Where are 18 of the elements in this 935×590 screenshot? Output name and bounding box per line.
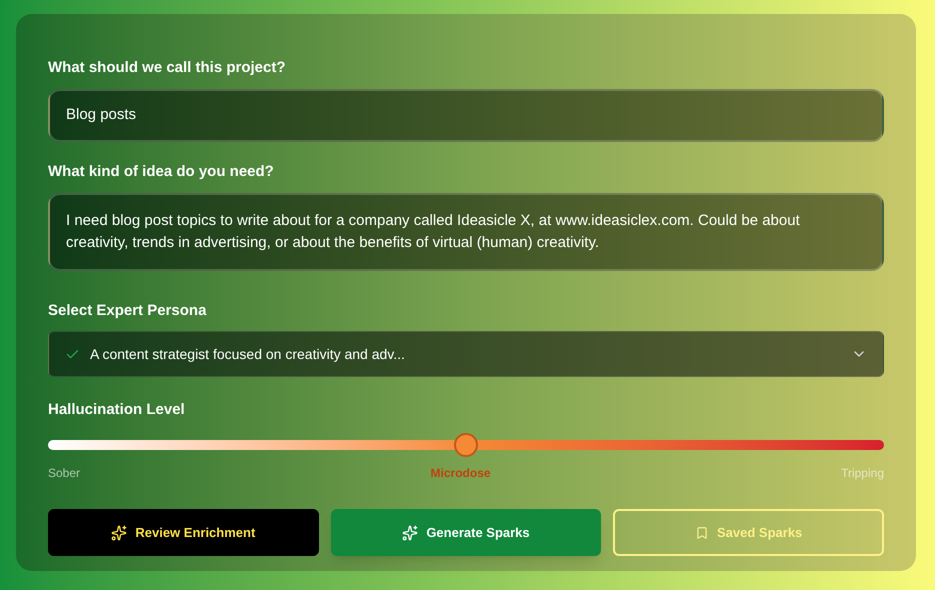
action-button[interactable]: Generate Sparks <box>330 509 602 556</box>
slider-stop-label: Microdose <box>430 465 491 482</box>
project-name-field[interactable]: Blog posts <box>48 89 884 142</box>
persona-select[interactable]: A content strategist focused on creativity and adv... <box>48 331 884 377</box>
field-label: What should we call this project? <box>48 58 287 78</box>
slider-stop-label: Tripping <box>841 465 884 482</box>
slider-thumb[interactable] <box>454 433 478 457</box>
hallucination-slider[interactable] <box>48 433 884 457</box>
bookmark-icon <box>695 526 710 540</box>
sparkles-icon <box>402 524 418 540</box>
idea-text-area[interactable]: I need blog post topics to write about for a company called Ideasicle X, at www.ideasiclex.com. Could be about creativity, trends in advertising, or about the benefits of virtual (human) creativity. <box>48 193 884 271</box>
action-button[interactable]: Review Enrichment <box>48 509 319 556</box>
slider-stop-label: Sober <box>48 465 80 482</box>
field-label: Select Expert Persona <box>48 301 208 321</box>
field-label: Hallucination Level <box>48 400 186 420</box>
selected-persona: A content strategist focused on creativity and adv... <box>90 344 405 364</box>
field-label: What kind of idea do you need? <box>48 162 275 182</box>
sparkles-icon <box>111 524 128 540</box>
